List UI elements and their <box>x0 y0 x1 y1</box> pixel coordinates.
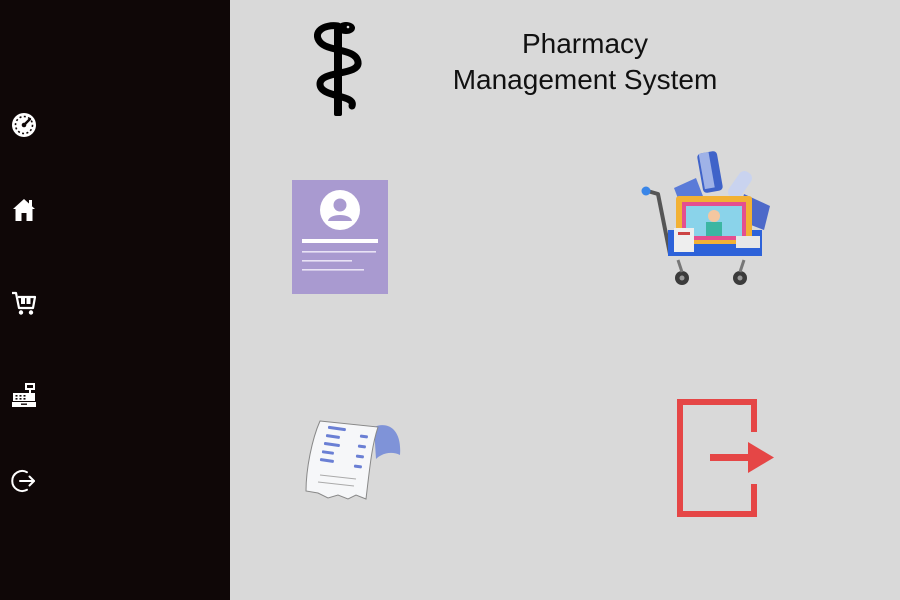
page-title-line-1: Pharmacy <box>521 28 649 59</box>
logout-icon <box>11 470 35 492</box>
sidebar-item-cart[interactable] <box>8 287 40 319</box>
sidebar-item-logout[interactable] <box>8 465 40 497</box>
cart-icon <box>12 291 37 315</box>
dashboard-gauge-icon <box>12 113 36 137</box>
profile-card-icon <box>292 180 388 294</box>
receipt-icon <box>305 420 401 500</box>
pharmacy-cart-tile[interactable] <box>640 148 776 290</box>
page-title: Pharmacy Management System <box>410 26 760 98</box>
exit-tile[interactable] <box>676 398 776 520</box>
sidebar-item-home[interactable] <box>8 194 40 226</box>
pharmacy-cart-icon <box>641 151 770 285</box>
home-icon <box>13 199 35 221</box>
sidebar-item-billing[interactable] <box>8 379 40 411</box>
main-panel: Pharmacy Management System <box>230 0 900 600</box>
sidebar <box>0 0 230 600</box>
exit-icon <box>677 399 774 517</box>
profile-tile[interactable] <box>292 180 388 294</box>
cash-register-icon <box>12 383 36 407</box>
receipt-tile[interactable] <box>304 415 402 503</box>
page-title-line-2: Management System <box>452 64 718 95</box>
sidebar-item-dashboard[interactable] <box>8 109 40 141</box>
rod-of-asclepius-logo <box>313 22 362 116</box>
